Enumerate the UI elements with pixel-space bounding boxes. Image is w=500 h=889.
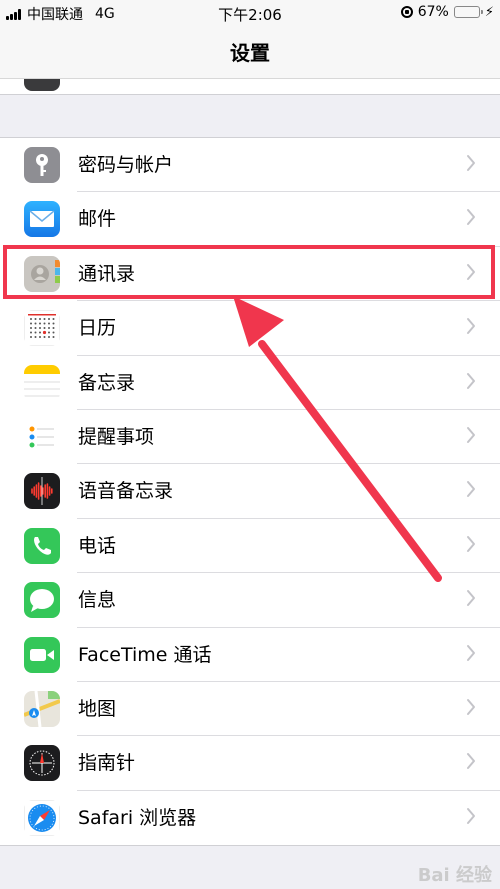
phone-icon	[24, 527, 60, 564]
settings-row[interactable]: 电话	[0, 519, 500, 574]
settings-row[interactable]: 邮件	[0, 192, 500, 247]
settings-row-label: 密码与帐户	[78, 154, 174, 176]
settings-row-label: 信息	[78, 589, 117, 612]
previous-row-partial[interactable]	[0, 79, 500, 95]
facetime-icon	[24, 636, 60, 673]
settings-list: 密码与帐户邮件通讯录日历备忘录提醒事项语音备忘录电话信息 FaceTime 通话地…	[0, 137, 500, 846]
chevron-right-icon	[466, 535, 476, 557]
settings-row[interactable]: Safari 浏览器	[0, 791, 500, 845]
settings-row-label: 语音备忘录	[78, 480, 174, 503]
messages-icon	[24, 582, 60, 619]
voice-memos-icon	[24, 473, 60, 510]
settings-row-label: 电话	[78, 534, 117, 557]
chevron-right-icon	[466, 426, 476, 448]
previous-row-icon	[24, 79, 60, 91]
chevron-right-icon	[466, 263, 476, 285]
chevron-right-icon	[466, 317, 476, 339]
notes-icon	[24, 364, 60, 401]
chevron-right-icon	[466, 208, 476, 230]
settings-row[interactable]: 日历	[0, 301, 500, 356]
chevron-right-icon	[466, 752, 476, 774]
settings-row[interactable]: 语音备忘录	[0, 464, 500, 519]
settings-row-label: 邮件	[78, 208, 117, 231]
chevron-right-icon	[466, 154, 476, 176]
settings-row-label: 通讯录	[78, 262, 136, 285]
settings-row[interactable]: 指南针	[0, 736, 500, 791]
maps-icon	[24, 690, 60, 727]
chevron-right-icon	[466, 807, 476, 829]
page-title: 设置	[230, 41, 270, 65]
settings-row[interactable]: 备忘录	[0, 356, 500, 410]
watermark: Bai 经验	[417, 865, 492, 886]
settings-row-label: Safari 浏览器	[78, 806, 197, 829]
chevron-right-icon	[466, 372, 476, 394]
key-icon	[24, 147, 60, 183]
settings-row[interactable]: 通讯录	[0, 247, 500, 302]
battery-percent: 67%	[417, 4, 449, 20]
compass-icon	[24, 745, 60, 782]
charging-bolt-icon: ⚡	[484, 4, 494, 20]
settings-row[interactable]: 信息	[0, 573, 500, 628]
settings-row-label: 提醒事项	[78, 425, 155, 448]
status-bar: 中国联通 4G 下午2:06 67% ⚡	[0, 0, 500, 26]
contacts-icon	[24, 255, 60, 292]
calendar-icon	[24, 310, 60, 347]
settings-row[interactable]: 地图	[0, 682, 500, 737]
status-right: 67% ⚡	[400, 4, 494, 20]
mail-icon	[24, 201, 60, 238]
chevron-right-icon	[466, 644, 476, 666]
settings-row-label: 日历	[78, 317, 117, 340]
settings-row[interactable]: FaceTime 通话	[0, 628, 500, 682]
settings-row[interactable]: 提醒事项	[0, 410, 500, 465]
chevron-right-icon	[466, 480, 476, 502]
chevron-right-icon	[466, 589, 476, 611]
settings-row-label: 指南针	[78, 752, 136, 775]
settings-row-label: 备忘录	[78, 371, 136, 394]
settings-row-label: 地图	[78, 697, 117, 720]
chevron-right-icon	[466, 698, 476, 720]
battery-icon	[453, 6, 483, 18]
settings-row-label: FaceTime 通话	[78, 643, 212, 666]
safari-icon	[24, 799, 60, 836]
reminders-icon	[24, 418, 60, 455]
settings-row[interactable]: 密码与帐户	[0, 138, 500, 193]
orientation-lock-icon	[400, 6, 413, 18]
nav-bar: 设置	[0, 26, 500, 79]
